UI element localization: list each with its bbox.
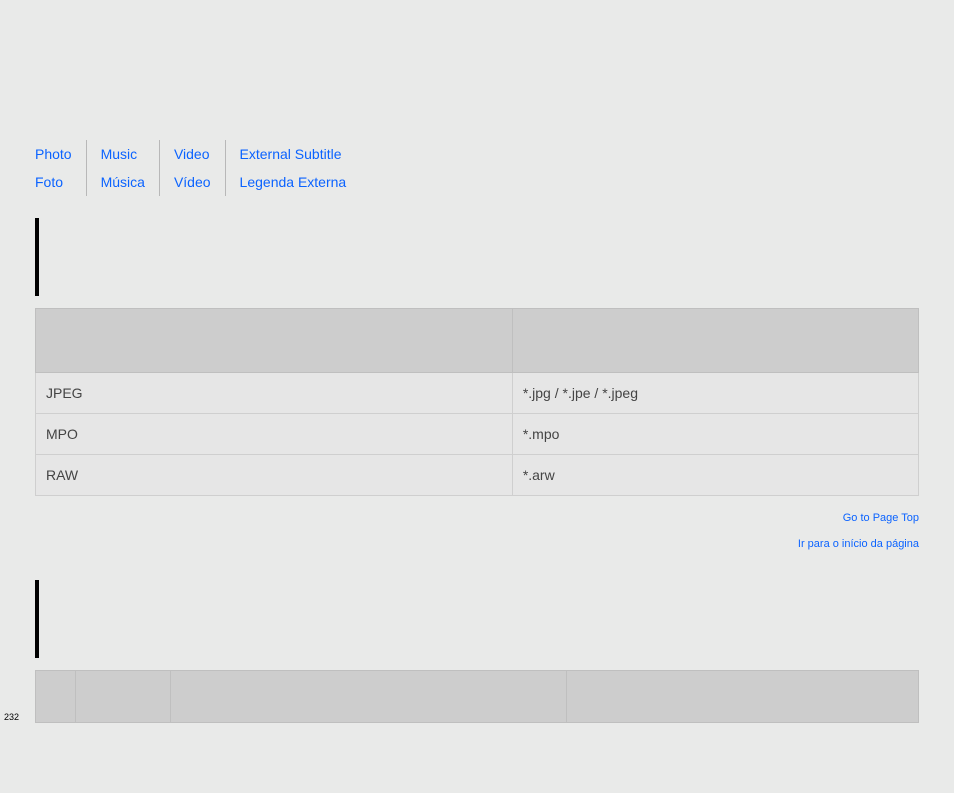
section-marker-2 bbox=[35, 580, 919, 670]
photo-formats-table: JPEG *.jpg / *.jpe / *.jpeg MPO *.mpo RA… bbox=[35, 308, 919, 496]
music-formats-table: 232 bbox=[35, 670, 919, 723]
nav-links-table: Photo Music Video External Subtitle Foto… bbox=[35, 140, 360, 196]
table2-header-3 bbox=[171, 671, 567, 723]
nav-subtitle-pt[interactable]: Legenda Externa bbox=[240, 174, 347, 190]
table2-header-2 bbox=[76, 671, 171, 723]
format-ext: *.jpg / *.jpe / *.jpeg bbox=[512, 373, 918, 414]
go-to-page-top-pt[interactable]: Ir para o início da página bbox=[798, 538, 919, 550]
nav-video-pt[interactable]: Vídeo bbox=[174, 174, 211, 190]
section-bar-icon bbox=[35, 218, 39, 296]
section-marker-1 bbox=[35, 218, 919, 308]
nav-photo-en[interactable]: Photo bbox=[35, 146, 72, 162]
table2-header-4 bbox=[567, 671, 919, 723]
format-name: MPO bbox=[36, 414, 513, 455]
format-ext: *.mpo bbox=[512, 414, 918, 455]
table-header-2 bbox=[512, 309, 918, 373]
table-row: RAW *.arw bbox=[36, 455, 919, 496]
content-area: Photo Music Video External Subtitle Foto… bbox=[35, 10, 919, 783]
nav-video-en[interactable]: Video bbox=[174, 146, 210, 162]
nav-music-pt[interactable]: Música bbox=[101, 174, 145, 190]
table-row: JPEG *.jpg / *.jpe / *.jpeg bbox=[36, 373, 919, 414]
page-number: 232 bbox=[4, 712, 19, 722]
format-name: JPEG bbox=[36, 373, 513, 414]
go-to-page-top-en[interactable]: Go to Page Top bbox=[843, 512, 919, 524]
section-bar-icon bbox=[35, 580, 39, 658]
table-row: MPO *.mpo bbox=[36, 414, 919, 455]
page-top-link-pt-container: Ir para o início da página bbox=[35, 534, 919, 550]
page-container: Photo Music Video External Subtitle Foto… bbox=[0, 0, 954, 793]
table-header-1 bbox=[36, 309, 513, 373]
format-ext: *.arw bbox=[512, 455, 918, 496]
nav-subtitle-en[interactable]: External Subtitle bbox=[240, 146, 342, 162]
format-name: RAW bbox=[36, 455, 513, 496]
page-top-link-en-container: Go to Page Top bbox=[35, 508, 919, 524]
table2-header-1: 232 bbox=[36, 671, 76, 723]
nav-music-en[interactable]: Music bbox=[101, 146, 138, 162]
nav-photo-pt[interactable]: Foto bbox=[35, 174, 63, 190]
